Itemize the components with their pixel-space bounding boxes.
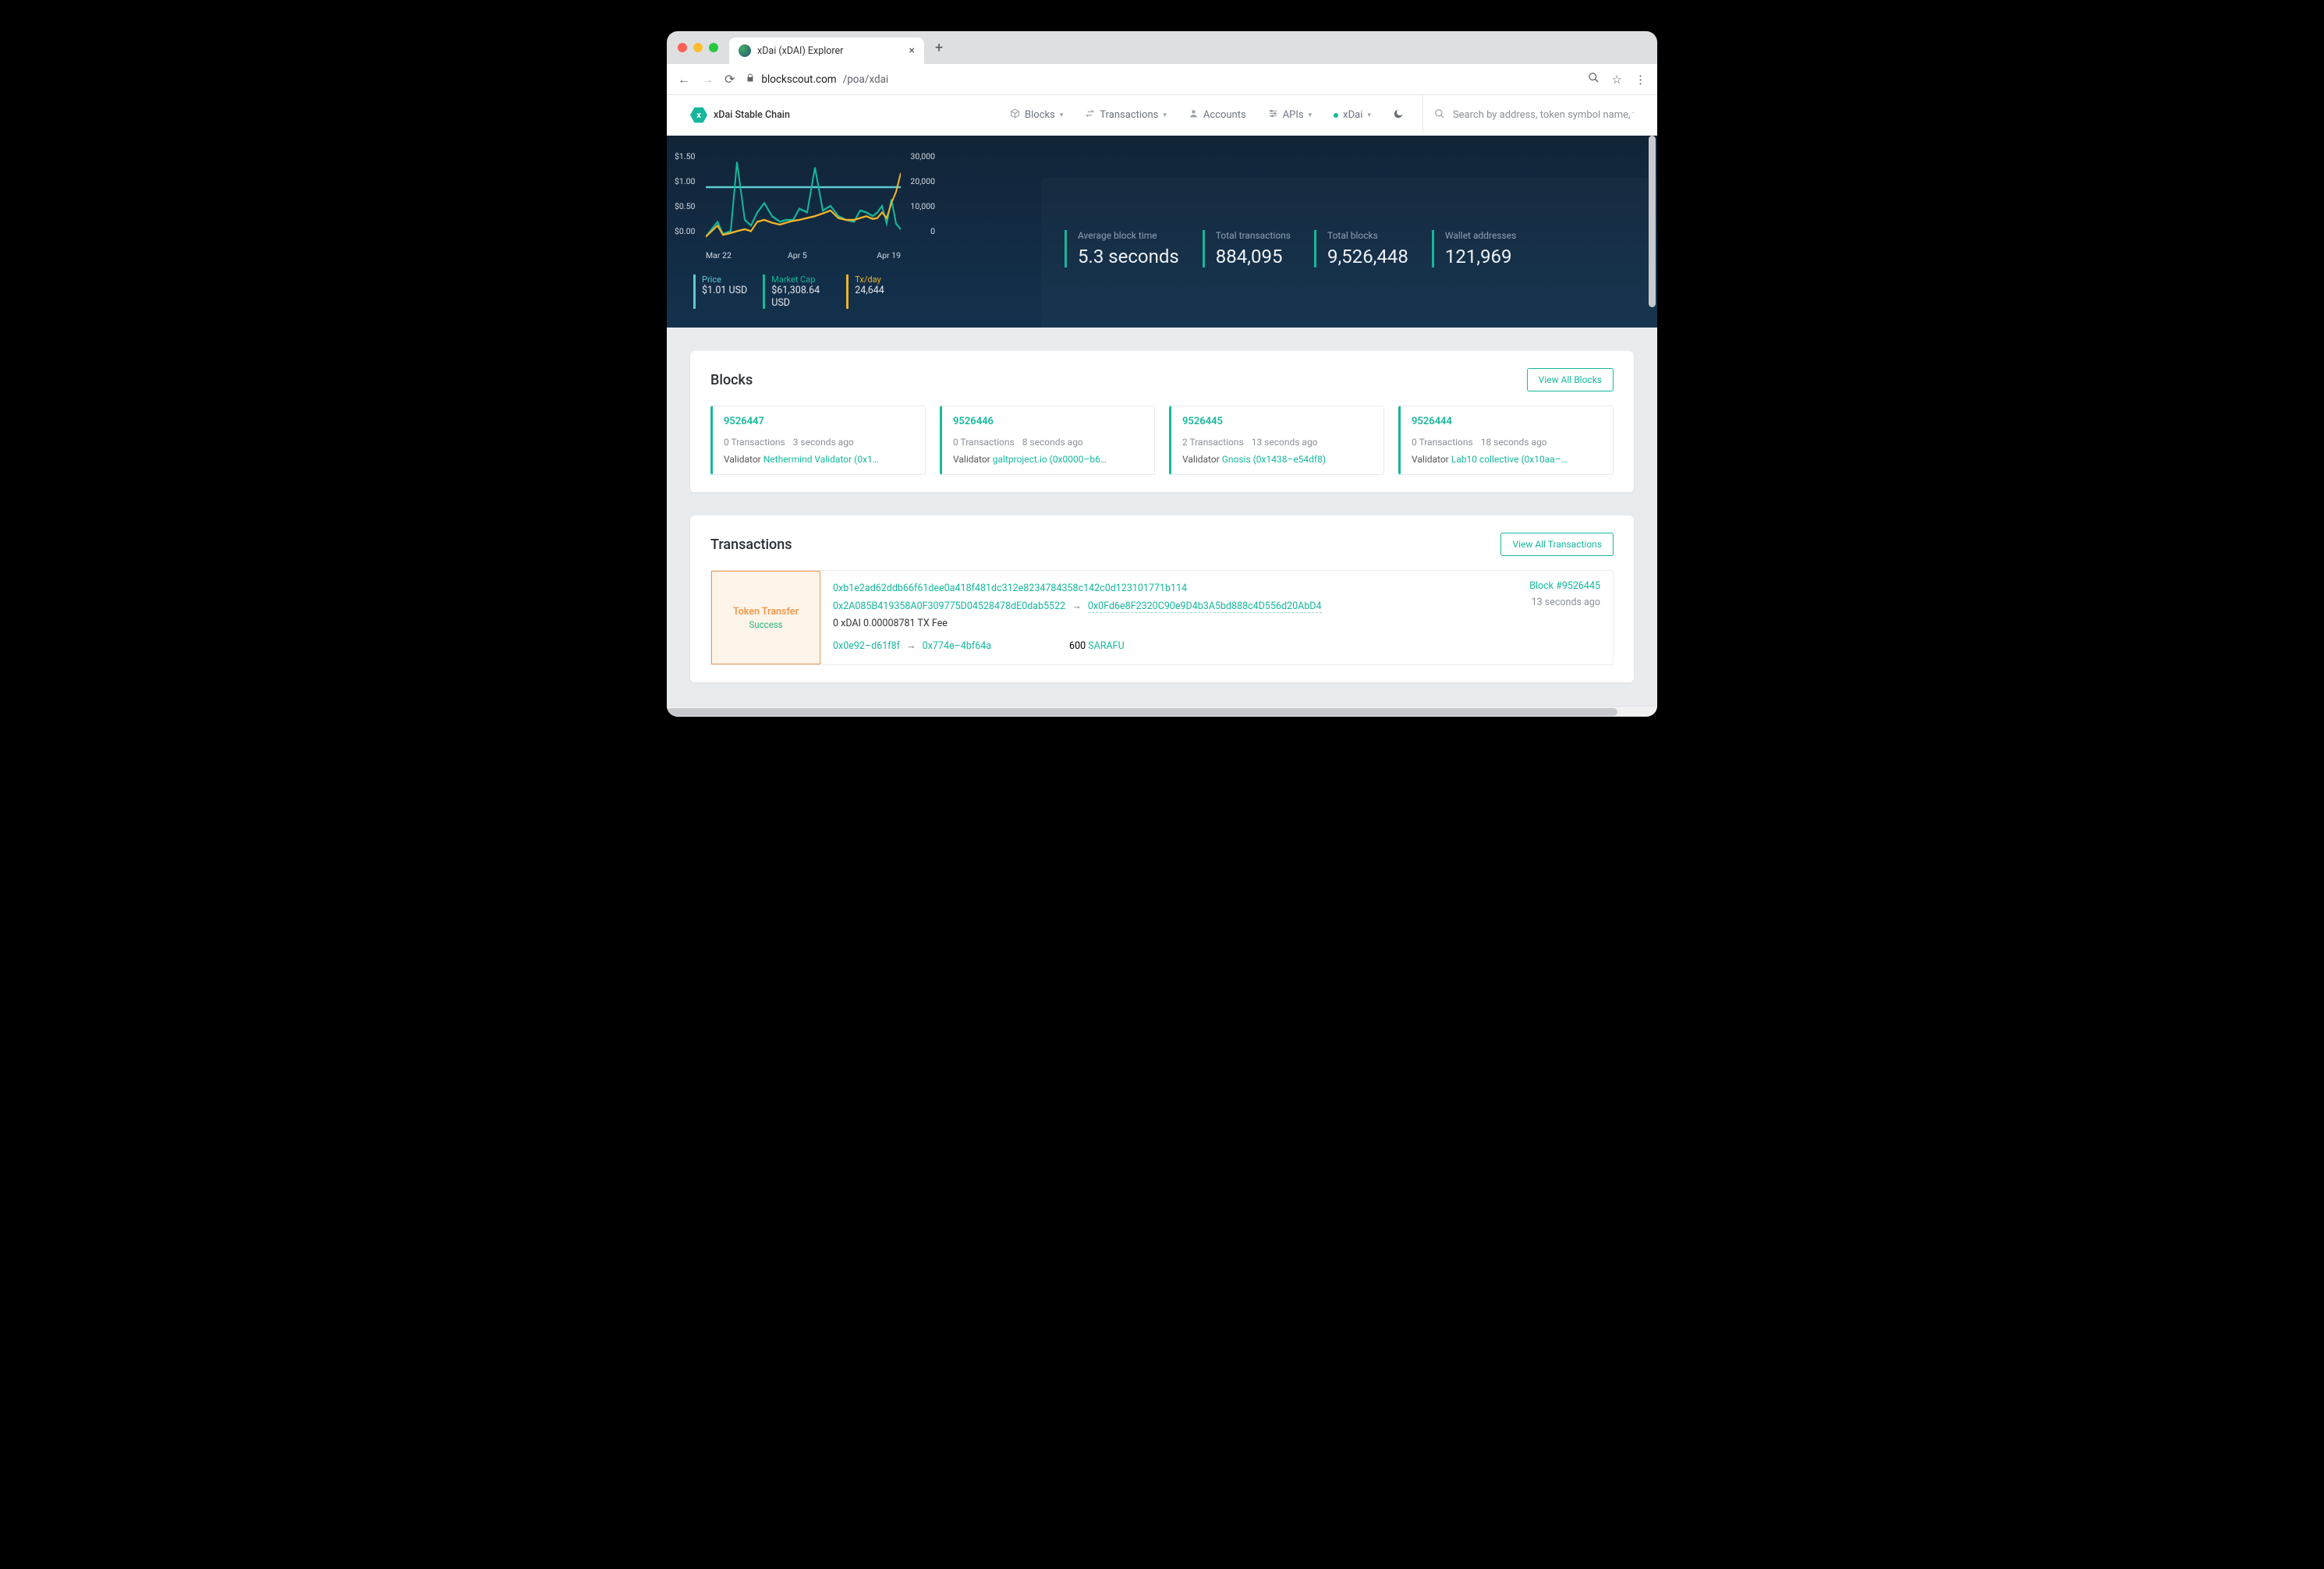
hero-section: $1.50 $1.00 $0.50 $0.00 30,000 20,000 10…: [667, 136, 1657, 328]
person-icon: [1189, 108, 1199, 122]
blocks-panel: Blocks View All Blocks 9526447 0 Transac…: [690, 351, 1634, 492]
cube-icon: [1010, 108, 1020, 122]
tx-fee: 0 xDAI 0.00008781 TX Fee: [833, 615, 1476, 633]
block-card[interactable]: 9526444 0 Transactions18 seconds ago Val…: [1398, 406, 1614, 475]
status-dot-icon: [1334, 113, 1338, 118]
close-window-button[interactable]: [678, 43, 687, 52]
tx-to-link[interactable]: 0x0Fd6e8F2320C90e9D4b3A5bd888c4D556d20Ab…: [1088, 600, 1322, 613]
minimize-window-button[interactable]: [693, 43, 703, 52]
brand[interactable]: x xDai Stable Chain: [690, 107, 790, 124]
nav-blocks[interactable]: Blocks▾: [1002, 108, 1071, 122]
transaction-card: Token Transfer Success 0xb1e2ad62ddb66f6…: [710, 570, 1614, 665]
close-tab-button[interactable]: ×: [909, 44, 915, 57]
nav-accounts[interactable]: Accounts: [1181, 108, 1254, 122]
url-path: /poa/xdai: [843, 73, 889, 86]
chevron-down-icon: ▾: [1367, 112, 1371, 119]
block-card[interactable]: 9526445 2 Transactions13 seconds ago Val…: [1169, 406, 1384, 475]
block-number[interactable]: 9526446: [953, 416, 1143, 427]
favicon-icon: [739, 44, 751, 57]
tab-title: xDai (xDAI) Explorer: [757, 45, 843, 57]
stat-block-time: Average block time 5.3 seconds: [1065, 230, 1179, 267]
moon-icon: [1393, 108, 1404, 122]
block-number[interactable]: 9526447: [724, 416, 914, 427]
stat-total-blocks: Total blocks 9,526,448: [1314, 230, 1408, 267]
tx-block-link[interactable]: Block #9526445: [1529, 580, 1600, 592]
search-icon: [1434, 108, 1445, 122]
stat-wallets: Wallet addresses 121,969: [1432, 230, 1516, 267]
theme-toggle[interactable]: [1385, 108, 1412, 122]
transfer-amount: 600: [1069, 640, 1086, 652]
forward-button[interactable]: →: [701, 72, 714, 87]
exchange-icon: [1085, 108, 1095, 122]
site-navbar: x xDai Stable Chain Blocks▾ Transactions…: [667, 95, 1657, 136]
chevron-down-icon: ▾: [1060, 112, 1064, 119]
block-number[interactable]: 9526444: [1412, 416, 1602, 427]
back-button[interactable]: ←: [678, 72, 690, 87]
transfer-from-link[interactable]: 0x0e92–d61f8f: [833, 640, 900, 652]
tx-details: 0xb1e2ad62ddb66f61dee0a418f481dc312e8234…: [820, 571, 1488, 664]
validator-link[interactable]: Nethermind Validator (0x1…: [763, 454, 879, 465]
block-card[interactable]: 9526447 0 Transactions3 seconds ago Vali…: [710, 406, 926, 475]
transfer-to-link[interactable]: 0x774e–4bf64a: [923, 640, 991, 652]
page-body: x xDai Stable Chain Blocks▾ Transactions…: [667, 95, 1657, 717]
horizontal-scrollbar[interactable]: [667, 706, 1657, 717]
validator-link[interactable]: galtproject.io (0x0000–b6…: [993, 454, 1107, 465]
tx-hash-link[interactable]: 0xb1e2ad62ddb66f61dee0a418f481dc312e8234…: [833, 583, 1187, 594]
arrow-right-icon: →: [1072, 600, 1082, 612]
traffic-lights: [678, 43, 718, 52]
url-host: blockscout.com: [761, 73, 836, 86]
mini-stat-marketcap: Market Cap $61,308.64 USD: [763, 274, 831, 309]
browser-tab[interactable]: xDai (xDAI) Explorer ×: [729, 37, 924, 64]
address-bar-row: ← → ⟳ blockscout.com/poa/xdai ☆ ⋮: [667, 64, 1657, 95]
window-titlebar: xDai (xDAI) Explorer × +: [667, 31, 1657, 64]
reload-button[interactable]: ⟳: [724, 72, 735, 87]
nav-network[interactable]: xDai▾: [1326, 109, 1379, 121]
star-icon[interactable]: ☆: [1612, 73, 1622, 87]
blocks-title: Blocks: [710, 372, 753, 388]
tx-from-link[interactable]: 0x2A085B419358A0F309775D04528478dE0dab55…: [833, 600, 1065, 612]
tx-ago: 13 seconds ago: [1500, 597, 1600, 608]
zoom-icon[interactable]: [1588, 72, 1600, 87]
block-cards-row: 9526447 0 Transactions3 seconds ago Vali…: [710, 406, 1614, 475]
transactions-title: Transactions: [710, 537, 792, 553]
price-chart: $1.50 $1.00 $0.50 $0.00 30,000 20,000 10…: [706, 154, 901, 248]
block-number[interactable]: 9526445: [1182, 416, 1373, 427]
mini-stats: Price $1.01 USD Market Cap $61,308.64 US…: [690, 274, 1018, 309]
address-bar[interactable]: blockscout.com/poa/xdai: [746, 73, 1576, 86]
logo-hexagon-icon: x: [690, 107, 707, 124]
brand-label: xDai Stable Chain: [714, 109, 790, 121]
mini-stat-price: Price $1.01 USD: [693, 274, 747, 309]
vertical-scrollbar[interactable]: [1646, 136, 1657, 706]
validator-link[interactable]: Gnosis (0x1438–e54df8): [1222, 454, 1326, 465]
token-link[interactable]: SARAFU: [1088, 640, 1124, 652]
view-all-blocks-button[interactable]: View All Blocks: [1527, 368, 1614, 391]
block-card[interactable]: 9526446 0 Transactions8 seconds ago Vali…: [940, 406, 1155, 475]
chevron-down-icon: ▾: [1309, 112, 1313, 119]
content-area: Blocks View All Blocks 9526447 0 Transac…: [667, 328, 1657, 706]
maximize-window-button[interactable]: [709, 43, 718, 52]
hero-stats: Average block time 5.3 seconds Total tra…: [1041, 178, 1657, 328]
chevron-down-icon: ▾: [1163, 112, 1167, 119]
transactions-panel: Transactions View All Transactions Token…: [690, 515, 1634, 682]
stat-total-tx: Total transactions 884,095: [1203, 230, 1291, 267]
search-wrap: [1422, 95, 1634, 135]
chart-svg: [706, 154, 901, 248]
view-all-transactions-button[interactable]: View All Transactions: [1500, 533, 1614, 556]
tx-meta: Block #9526445 13 seconds ago: [1488, 571, 1613, 664]
mini-stat-txday: Tx/day 24,644: [846, 274, 884, 309]
nav-apis[interactable]: APIs▾: [1260, 108, 1320, 122]
validator-link[interactable]: Lab10 collective (0x10aa–…: [1451, 454, 1568, 465]
sliders-icon: [1268, 108, 1278, 122]
new-tab-button[interactable]: +: [935, 40, 943, 56]
arrow-right-icon: →: [906, 640, 916, 652]
search-input[interactable]: [1453, 109, 1634, 121]
lock-icon: [746, 73, 755, 85]
nav-transactions[interactable]: Transactions▾: [1077, 108, 1174, 122]
menu-icon[interactable]: ⋮: [1635, 73, 1646, 87]
tx-type-badge: Token Transfer Success: [711, 571, 820, 664]
